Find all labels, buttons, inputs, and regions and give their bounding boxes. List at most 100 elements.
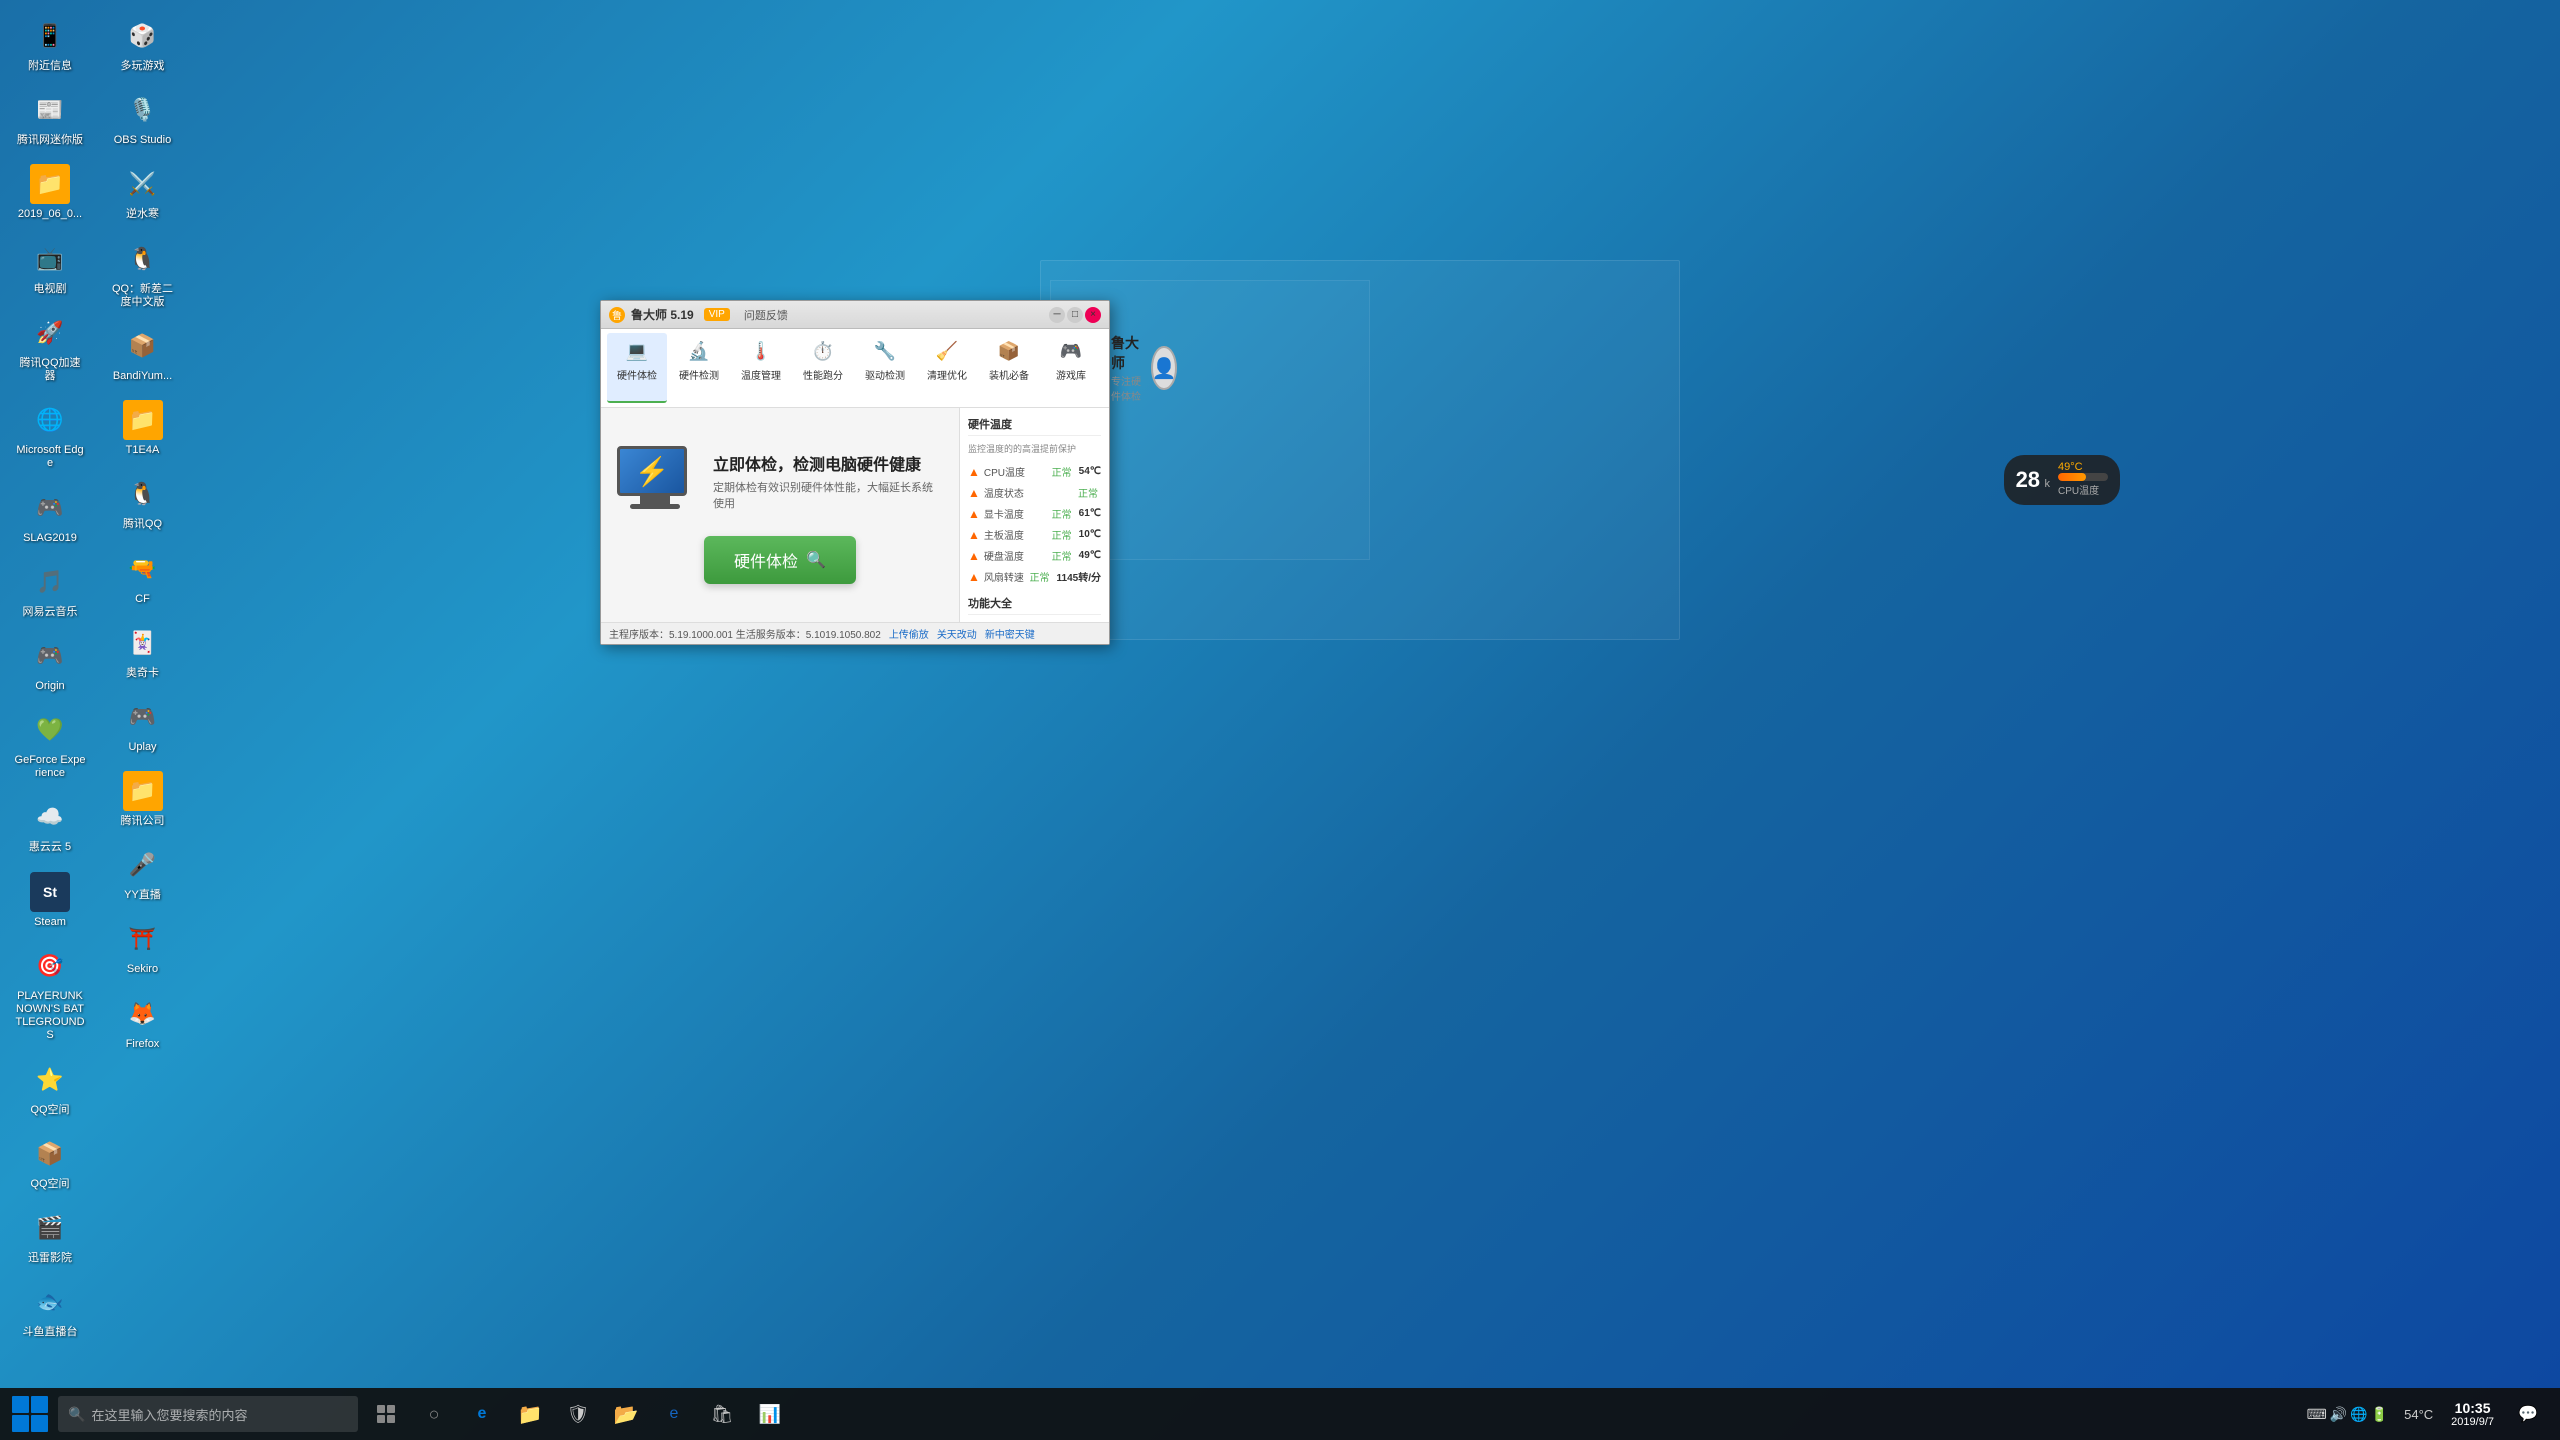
desktop-icon-26[interactable]: 🃏 奥奇卡: [103, 617, 183, 686]
toolbar-item-hardware[interactable]: 💻 硬件体检: [607, 333, 667, 403]
icon-label-27: Uplay: [128, 741, 156, 754]
icon-img-30: ⛩️: [123, 919, 163, 959]
icon-img-2: 📰: [30, 90, 70, 130]
desktop-icon-5[interactable]: 🚀 腾讯QQ加速器: [10, 307, 90, 389]
desktop-icon-20[interactable]: ⚔️ 逆水寒: [103, 158, 183, 227]
minimize-button[interactable]: ─: [1049, 307, 1065, 323]
toolbar-item-temp[interactable]: 🌡️ 温度管理: [731, 333, 791, 403]
user-avatar[interactable]: 👤: [1151, 346, 1177, 390]
desktop-icon-8[interactable]: 🎵 网易云音乐: [10, 556, 90, 625]
desktop-icon-22[interactable]: 📦 BandiYum...: [103, 320, 183, 389]
temp-value-hdd: 49℃: [1079, 550, 1101, 561]
statusbar-link-1[interactable]: 上传偷放: [889, 626, 929, 641]
toolbar-label-temp: 温度管理: [741, 367, 781, 382]
taskbar-icon-store[interactable]: 🛍: [700, 1392, 744, 1436]
desktop-icon-6[interactable]: 🌐 Microsoft Edge: [10, 394, 90, 476]
toolbar-item-hardware2[interactable]: 🔬 硬件检测: [669, 333, 729, 403]
icon-img-4: 📺: [30, 239, 70, 279]
temp-item-fan: ▲ 风扇转速 正常 1145转/分: [968, 566, 1101, 587]
toolbar-item-phone[interactable]: 📦 装机必备: [979, 333, 1039, 403]
desktop-icon-1[interactable]: 📱 附近信息: [10, 10, 90, 79]
desktop-icon-10[interactable]: 💚 GeForce Experience: [10, 704, 90, 786]
hardware-check-button[interactable]: 硬件体检 🔍: [704, 536, 856, 584]
icon-label-31: Firefox: [126, 1038, 160, 1051]
desktop-icon-21[interactable]: 🐧 QQ：新差二度中文版: [103, 233, 183, 315]
temp-label-status: 温度状态: [984, 485, 1074, 500]
desktop-icon-2[interactable]: 📰 腾讯网迷你版: [10, 84, 90, 153]
desktop-icon-29[interactable]: 🎤 YY直播: [103, 839, 183, 908]
desktop-icon-24[interactable]: 🐧 腾讯QQ: [103, 468, 183, 537]
toolbar-item-clean[interactable]: 🧹 清理优化: [917, 333, 977, 403]
toolbar-item-game[interactable]: 🎮 游戏库: [1041, 333, 1101, 403]
desktop-icon-30[interactable]: ⛩️ Sekiro: [103, 913, 183, 982]
cpu-label: CPU温度: [2058, 486, 2099, 497]
icon-img-7: 🎮: [30, 488, 70, 528]
desktop-icon-15[interactable]: 📦 QQ空间: [10, 1128, 90, 1197]
icon-img-21: 🐧: [123, 239, 163, 279]
temp-status-gpu: 正常: [1052, 506, 1072, 521]
statusbar-link-2[interactable]: 关天改动: [937, 626, 977, 641]
tray-icon-keyboard[interactable]: ⌨: [2307, 1406, 2327, 1423]
desktop-icon-28[interactable]: 📁 腾讯公司: [103, 765, 183, 834]
desktop-icon-11[interactable]: ☁️ 惠云云 5: [10, 791, 90, 860]
desktop-icon-steam[interactable]: St Steam: [10, 866, 90, 935]
search-icon: 🔍: [68, 1406, 85, 1423]
taskbar-icon-folder[interactable]: 📂: [604, 1392, 648, 1436]
panel-section-subtitle: 监控温度的的高温提前保护: [968, 442, 1101, 455]
desktop-icon-31[interactable]: 🦊 Firefox: [103, 988, 183, 1057]
desktop-icon-7[interactable]: 🎮 SLAG2019: [10, 482, 90, 551]
desktop-icon-14[interactable]: ⭐ QQ空间: [10, 1054, 90, 1123]
temp-item-hdd: ▲ 硬盘温度 正常 49℃: [968, 545, 1101, 566]
icon-img-24: 🐧: [123, 474, 163, 514]
temp-label-mb: 主板温度: [984, 527, 1048, 542]
cpu-bar-fill: [2058, 473, 2086, 481]
desktop-icon-16[interactable]: 🎬 迅雷影院: [10, 1202, 90, 1271]
desktop-icon-13[interactable]: 🎯 PLAYERUNKNOWN'S BATTLEGROUNDS: [10, 940, 90, 1049]
taskbar-icon-task-view[interactable]: [364, 1392, 408, 1436]
taskbar-icon-app[interactable]: 📊: [748, 1392, 792, 1436]
search-icon: 🔍: [806, 550, 826, 570]
start-square-2: [31, 1396, 48, 1413]
taskbar-icon-notification[interactable]: 💬: [2506, 1392, 2550, 1436]
temp-value-gpu: 61℃: [1079, 508, 1101, 519]
taskbar-icon-cortana[interactable]: ○: [412, 1392, 456, 1436]
icon-label-7: SLAG2019: [23, 532, 77, 545]
start-button[interactable]: [4, 1388, 56, 1440]
desktop-icon-9[interactable]: 🎮 Origin: [10, 630, 90, 699]
temp-value-mb: 10℃: [1079, 529, 1101, 540]
toolbar-item-drive[interactable]: 🔧 驱动检测: [855, 333, 915, 403]
desktop-icon-25[interactable]: 🔫 CF: [103, 543, 183, 612]
icon-label-24: 腾讯QQ: [123, 518, 162, 531]
statusbar-link-3[interactable]: 新中密天键: [985, 626, 1035, 641]
title-extra[interactable]: 问题反馈: [744, 307, 788, 323]
tray-icon-network[interactable]: 🌐: [2350, 1406, 2367, 1423]
maximize-button[interactable]: □: [1067, 307, 1083, 323]
close-button[interactable]: ×: [1085, 307, 1101, 323]
temp-arrow-gpu: ▲: [968, 507, 980, 521]
desktop-icon-17[interactable]: 🐟 斗鱼直播台: [10, 1276, 90, 1345]
datetime-block[interactable]: 10:35 2019/9/7: [2443, 1400, 2502, 1428]
icon-label-25: CF: [135, 593, 150, 606]
desktop-icon-23[interactable]: 📁 T1E4A: [103, 394, 183, 463]
panel-section-title: 硬件温度: [968, 416, 1101, 436]
tray-icon-volume[interactable]: 🔊: [2330, 1406, 2347, 1423]
desktop-icon-18[interactable]: 🎲 多玩游戏: [103, 10, 183, 79]
taskbar-icon-edge[interactable]: e: [460, 1392, 504, 1436]
toolbar-item-perf[interactable]: ⏱️ 性能跑分: [793, 333, 853, 403]
desktop-icon-27[interactable]: 🎮 Uplay: [103, 691, 183, 760]
icon-label-5: 腾讯QQ加速器: [14, 357, 86, 383]
taskbar-icon-shield[interactable]: 🛡: [556, 1392, 600, 1436]
icon-label-4: 电视剧: [34, 283, 67, 296]
monitor-bolt: ⚡: [635, 455, 670, 488]
desktop-icon-4[interactable]: 📺 电视剧: [10, 233, 90, 302]
desktop-icon-19[interactable]: 🎙️ OBS Studio: [103, 84, 183, 153]
icon-label-19: OBS Studio: [114, 134, 171, 147]
taskbar-icon-explorer[interactable]: 📁: [508, 1392, 552, 1436]
taskbar-icon-ie[interactable]: e: [652, 1392, 696, 1436]
tray-icon-battery[interactable]: 🔋: [2371, 1406, 2388, 1423]
temp-arrow-fan: ▲: [968, 570, 980, 584]
window-content: ⚡ 立即体检，检测电脑硬件健康 定期体检有效识别硬件体性能，大幅延长系统使用 硬…: [601, 408, 1109, 622]
icon-label-21: QQ：新差二度中文版: [107, 283, 179, 309]
desktop-icon-3[interactable]: 📁 2019_06_0...: [10, 158, 90, 227]
taskbar-search[interactable]: 🔍 在这里输入您要搜索的内容: [58, 1396, 358, 1432]
